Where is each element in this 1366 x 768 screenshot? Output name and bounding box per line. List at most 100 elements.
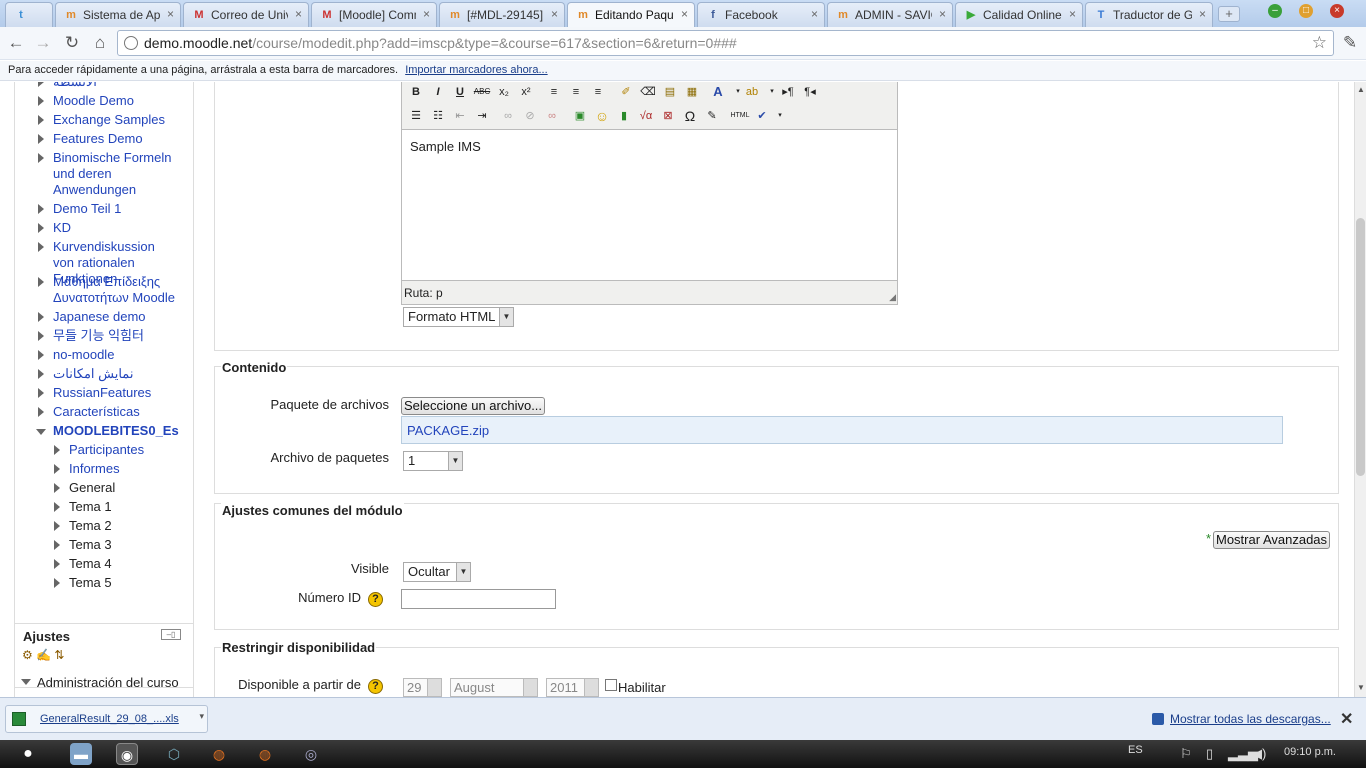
nav-item[interactable]: الأنشطة [53,82,179,90]
align-left-icon[interactable]: ≡ [544,83,564,101]
media-icon[interactable]: ▮ [614,107,634,125]
collapsed-arrow-icon[interactable] [38,82,44,87]
paste-text-icon[interactable]: ▤ [660,83,680,101]
browser-tab[interactable]: M Correo de Unive × [183,2,309,27]
help-icon[interactable]: ? [368,592,383,607]
moodle-link-icon[interactable]: ∞ [542,107,562,125]
nav-item[interactable]: KD [53,220,179,236]
volume-icon[interactable]: ◀) [1252,746,1266,762]
nav-item[interactable]: Características [53,404,179,420]
ltr-icon[interactable]: ▸¶ [778,83,798,101]
close-tab-icon[interactable]: × [167,7,174,21]
minimize-icon[interactable]: – [1268,4,1282,18]
spellcheck-dropdown-icon[interactable]: ▾ [770,107,790,125]
underline-icon[interactable]: U [450,83,470,101]
editor-content-area[interactable]: Sample IMS [402,129,897,281]
nav-item[interactable]: MOODLEBITES0_Es [53,423,179,439]
package-file-link[interactable]: PACKAGE.zip [407,423,489,438]
firefox-icon[interactable]: ◍ [208,743,230,765]
html-source-icon[interactable]: HTML [730,107,750,125]
close-icon[interactable]: ✕ [1340,709,1353,729]
collapsed-arrow-icon[interactable] [38,277,44,287]
nav-item[interactable]: Informes [69,461,179,477]
collapsed-arrow-icon[interactable] [38,115,44,125]
eraser-icon[interactable]: ⌫ [638,83,658,101]
collapsed-arrow-icon[interactable] [54,445,60,455]
bold-icon[interactable]: B [406,83,426,101]
scroll-down-icon[interactable]: ▼ [1357,683,1365,692]
subscript-icon[interactable]: x₂ [494,83,514,101]
nav-item[interactable]: Tema 5 [69,575,179,591]
browser-tab[interactable]: m Editando Paque × [567,2,695,27]
close-tab-icon[interactable]: × [423,7,430,21]
file-manager-icon[interactable]: ▬ [70,743,92,765]
collapsed-arrow-icon[interactable] [38,96,44,106]
bullet-list-icon[interactable]: ☰ [406,107,426,125]
idnumber-input[interactable] [401,589,556,609]
nav-item[interactable]: Japanese demo [53,309,179,325]
nav-item[interactable]: Binomische Formeln und deren Anwendungen [53,150,179,198]
choose-file-button[interactable]: Seleccione un archivo... [401,397,546,415]
virtualbox-icon[interactable]: ⬡ [163,743,185,765]
superscript-icon[interactable]: x² [516,83,536,101]
collapsed-arrow-icon[interactable] [38,134,44,144]
chrome-icon[interactable]: ◉ [116,743,138,765]
collapsed-arrow-icon[interactable] [38,350,44,360]
collapsed-arrow-icon[interactable] [38,312,44,322]
chevron-down-icon[interactable]: ▾ [199,711,204,722]
enable-checkbox[interactable] [605,679,617,691]
collapsed-arrow-icon[interactable] [54,521,60,531]
browser-tab[interactable]: ▶ Calidad Online × [955,2,1083,27]
nav-item[interactable]: Tema 1 [69,499,179,515]
month-select[interactable]: August [450,678,538,697]
browser-tab[interactable]: t [5,2,53,27]
align-right-icon[interactable]: ≡ [588,83,608,101]
archive-select[interactable]: 1 ▼ [403,451,463,471]
special-char-icon[interactable]: Ω [680,107,700,125]
equation-icon[interactable]: √α [636,107,656,125]
collapsed-arrow-icon[interactable] [38,204,44,214]
collapsed-arrow-icon[interactable] [38,223,44,233]
collapsed-arrow-icon[interactable] [38,331,44,341]
spellcheck-icon[interactable]: ✔ [752,107,772,125]
import-bookmarks-link[interactable]: Importar marcadores ahora... [405,64,547,76]
firefox-icon[interactable]: ◍ [254,743,276,765]
apple-menu-icon[interactable]: ● [17,743,39,765]
home-icon[interactable]: ⌂ [88,32,112,54]
settings-tool-icons[interactable]: ⚙ ✍ ⇅ [22,648,64,662]
search-replace-icon[interactable]: ✎ [702,107,722,125]
course-admin-item[interactable]: Administración del curso [37,675,179,690]
address-bar[interactable]: demo.moodle.net/course/modedit.php?add=i… [117,30,1334,56]
browser-tab[interactable]: M [Moodle] Comm × [311,2,437,27]
nav-item[interactable]: Μάθημα Επίδειξης Δυνατοτήτων Moodle [53,274,179,306]
close-tab-icon[interactable]: × [811,7,818,21]
unlink-icon[interactable]: ⊘ [520,107,540,125]
insert-image-icon[interactable]: ▣ [570,107,590,125]
resize-handle-icon[interactable]: ◢ [889,292,896,303]
nav-item[interactable]: 무들 기능 익힘터 [53,328,179,344]
highlight-color-icon[interactable]: ab [742,83,762,101]
scroll-up-icon[interactable]: ▲ [1357,85,1365,94]
browser-tab[interactable]: f Facebook × [697,2,825,27]
visible-select[interactable]: Ocultar ▼ [403,562,471,582]
text-color-icon[interactable]: A [708,83,728,101]
browser-tab[interactable]: T Traductor de Go × [1085,2,1213,27]
clean-format-icon[interactable]: ✐ [616,83,636,101]
clock[interactable]: 09:10 p.m. [1284,746,1336,758]
forward-icon[interactable]: → [31,32,55,54]
close-tab-icon[interactable]: × [295,7,302,21]
close-tab-icon[interactable]: × [1199,7,1206,21]
language-indicator[interactable]: ES [1128,744,1143,756]
strikethrough-icon[interactable]: ABC [472,83,492,101]
browser-tab[interactable]: m ADMIN - SAVIO × [827,2,953,27]
day-select[interactable]: 29 [403,678,442,697]
collapsed-arrow-icon[interactable] [54,540,60,550]
numbered-list-icon[interactable]: ☷ [428,107,448,125]
outdent-icon[interactable]: ⇤ [450,107,470,125]
app-icon[interactable]: ◎ [300,743,322,765]
collapsed-arrow-icon[interactable] [54,464,60,474]
indent-icon[interactable]: ⇥ [472,107,492,125]
nav-item[interactable]: Participantes [69,442,179,458]
nav-item[interactable]: Demo Teil 1 [53,201,179,217]
year-select[interactable]: 2011 [546,678,599,697]
